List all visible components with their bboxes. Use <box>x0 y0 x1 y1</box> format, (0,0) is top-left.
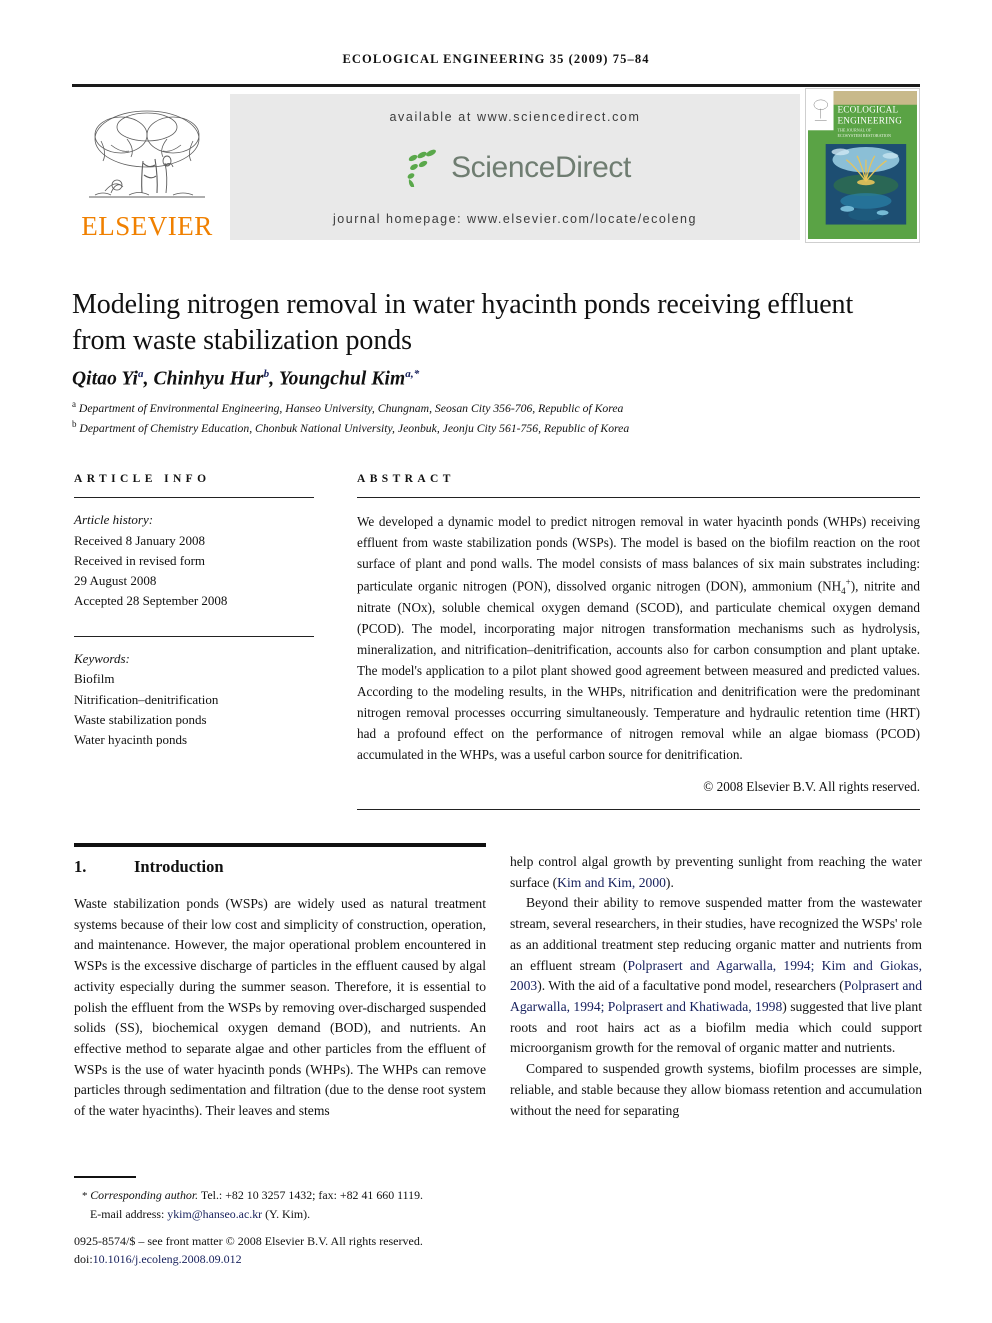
journal-homepage-text: journal homepage: www.elsevier.com/locat… <box>333 212 697 226</box>
keyword-item: Nitrification–denitrification <box>74 691 219 707</box>
journal-cover-art: ECOLOGICAL ENGINEERING THE JOURNAL OF EC… <box>808 91 917 240</box>
abstract-text: We developed a dynamic model to predict … <box>357 514 920 762</box>
section-heading: 1. Introduction <box>74 857 486 877</box>
article-info-rule <box>74 497 314 499</box>
section-title: Introduction <box>134 857 224 876</box>
article-history: Article history: Received 8 January 2008… <box>74 510 314 611</box>
available-at-text: available at www.sciencedirect.com <box>389 110 641 124</box>
elsevier-logo: ELSEVIER <box>72 90 222 244</box>
paragraph: help control algal growth by preventing … <box>510 854 922 890</box>
intro-left-text: Waste stabilization ponds (WSPs) are wid… <box>74 894 486 1122</box>
sciencedirect-logo: ScienceDirect <box>399 142 631 194</box>
doi-link[interactable]: 10.1016/j.ecoleng.2008.09.012 <box>93 1252 242 1266</box>
front-matter-line: 0925-8574/$ – see front matter © 2008 El… <box>74 1234 423 1248</box>
affiliation-a: a Department of Environmental Engineerin… <box>72 399 624 415</box>
corresponding-author-note: * Corresponding author. Tel.: +82 10 325… <box>82 1188 424 1202</box>
email-note: E-mail address: ykim@hanseo.ac.kr (Y. Ki… <box>90 1206 311 1221</box>
history-item: Accepted 28 September 2008 <box>74 593 228 609</box>
section-number: 1. <box>74 857 87 876</box>
affiliation-b: b Department of Chemistry Education, Cho… <box>72 418 630 435</box>
history-item: Received 8 January 2008 <box>74 532 206 548</box>
running-head: ECOLOGICAL ENGINEERING 35 (2009) 75–84 <box>342 52 650 66</box>
author-list: Qitao Yia, Chinhyu Hurb, Youngchul Kima,… <box>72 368 420 390</box>
header-rule <box>72 84 920 87</box>
section-rule <box>74 843 486 847</box>
history-item: 29 August 2008 <box>74 573 157 589</box>
abstract-rule <box>357 497 920 499</box>
doi-line: doi:10.1016/j.ecoleng.2008.09.012 <box>74 1252 242 1266</box>
keywords-list: Keywords: Biofilm Nitrification–denitrif… <box>74 649 314 750</box>
sciencedirect-wordmark: ScienceDirect <box>451 151 631 184</box>
masthead: ELSEVIER available at www.sciencedirect.… <box>72 88 920 246</box>
abstract-heading: ABSTRACT <box>357 473 455 485</box>
sciencedirect-leaf-icon <box>407 149 436 187</box>
body-column-right: help control algal growth by preventing … <box>510 852 922 1121</box>
journal-cover-thumbnail: ECOLOGICAL ENGINEERING THE JOURNAL OF EC… <box>805 88 920 243</box>
front-matter-block: 0925-8574/$ – see front matter © 2008 El… <box>74 1232 534 1268</box>
page-title: Modeling nitrogen removal in water hyaci… <box>72 288 854 356</box>
keyword-item: Waste stabilization ponds <box>74 711 207 727</box>
keyword-item: Water hyacinth ponds <box>74 732 188 748</box>
copyright-line: © 2008 Elsevier B.V. All rights reserved… <box>703 778 920 794</box>
article-info-column: ARTICLE INFO Article history: Received 8… <box>74 473 314 750</box>
history-item: Received in revised form <box>74 552 206 568</box>
article-page: ECOLOGICAL ENGINEERING 35 (2009) 75–84 E… <box>0 0 992 1323</box>
elsevier-wordmark: ELSEVIER <box>81 211 213 241</box>
paragraph: Beyond their ability to remove suspended… <box>510 895 922 1056</box>
svg-text:ENGINEERING: ENGINEERING <box>837 115 902 125</box>
keyword-item: Biofilm <box>74 671 115 687</box>
footnote-block: * Corresponding author. Tel.: +82 10 325… <box>74 1186 504 1223</box>
svg-text:THE JOURNAL OF: THE JOURNAL OF <box>837 127 872 132</box>
keywords-label: Keywords: <box>74 651 130 667</box>
history-label: Article history: <box>74 512 154 528</box>
article-info-heading: ARTICLE INFO <box>74 473 211 485</box>
paragraph: Compared to suspended growth systems, bi… <box>510 1061 922 1118</box>
intro-right-text: help control algal growth by preventing … <box>510 852 922 1121</box>
affiliations: a Department of Environmental Engineerin… <box>72 398 902 437</box>
elsevier-tree-icon <box>89 110 205 198</box>
svg-text:ECOLOGICAL: ECOLOGICAL <box>837 105 898 115</box>
asterisk-icon: * <box>82 1190 91 1202</box>
paragraph: Waste stabilization ponds (WSPs) are wid… <box>74 896 486 1119</box>
body-column-left: 1. Introduction Waste stabilization pond… <box>74 852 486 1122</box>
abstract-column: ABSTRACT We developed a dynamic model to… <box>357 473 920 811</box>
abstract-bottom-rule <box>357 808 920 811</box>
keywords-rule <box>74 635 314 638</box>
svg-text:ECOSYSTEM RESTORATION: ECOSYSTEM RESTORATION <box>837 133 890 138</box>
footnote-rule <box>74 1176 136 1178</box>
sciencedirect-banner: available at www.sciencedirect.com Scien… <box>230 94 800 240</box>
